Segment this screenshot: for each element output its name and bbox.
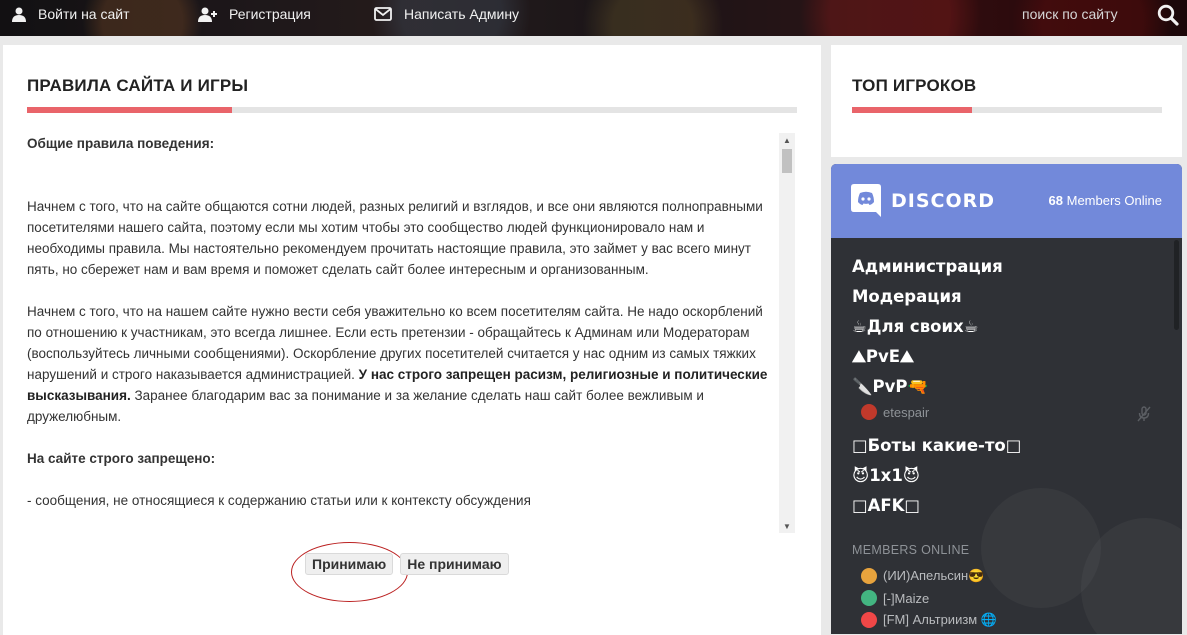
channel-bots[interactable]: □Боты какие-то□ — [852, 436, 1021, 455]
rules-buttons: Принимаю Не принимаю — [305, 553, 509, 575]
discord-widget: DISCORD 68 Members Online Администрация … — [831, 164, 1182, 634]
accept-button[interactable]: Принимаю — [305, 553, 394, 575]
write-admin-link[interactable]: Написать Админу — [374, 0, 519, 28]
channel-pvp[interactable]: 🔪PvP🔫 — [852, 377, 928, 397]
rules-heading-2: На сайте строго запрещено: — [27, 451, 216, 466]
discord-logo[interactable]: DISCORD — [851, 184, 995, 217]
rules-paragraph-1: Начнем с того, что на сайте общаются сот… — [27, 199, 763, 277]
muted-microphone-icon — [1137, 406, 1151, 422]
rules-panel: ПРАВИЛА САЙТА И ИГРЫ Общие правила повед… — [3, 45, 821, 635]
site-search — [1012, 0, 1187, 28]
channel-administration[interactable]: Администрация — [852, 257, 1003, 276]
decline-button[interactable]: Не принимаю — [400, 553, 509, 575]
scroll-down-icon[interactable]: ▼ — [779, 519, 795, 533]
discord-channels: Администрация Модерация ☕Для своих☕ ⛰PvE… — [831, 238, 1182, 634]
channel-member-name: etespair — [883, 404, 930, 420]
rules-heading: Общие правила поведения: — [27, 136, 215, 151]
rules-paragraph-3: - сообщения, не относящиеся к содержанию… — [27, 493, 531, 508]
members-online-heading: MEMBERS ONLINE — [852, 543, 970, 557]
avatar — [861, 612, 877, 628]
discord-brand: DISCORD — [891, 189, 996, 212]
write-admin-label: Написать Админу — [404, 6, 520, 22]
add-user-icon — [198, 7, 217, 22]
channel-pve[interactable]: ⛰PvE⛰ — [852, 347, 914, 367]
login-label: Войти на сайт — [38, 6, 130, 22]
members-online-number: 68 — [1048, 193, 1063, 208]
members-online-label: Members Online — [1066, 193, 1162, 208]
online-member-name: (ИИ)Апельсин😎 — [883, 568, 985, 583]
rules-scrollbar[interactable]: ▲ ▼ — [779, 133, 795, 533]
title-underline — [27, 107, 797, 113]
login-link[interactable]: Войти на сайт — [12, 0, 130, 28]
avatar — [861, 590, 877, 606]
avatar — [861, 568, 877, 584]
rules-paragraph-2: Начнем с того, что на нашем сайте нужно … — [27, 301, 775, 427]
envelope-icon — [374, 7, 392, 21]
discord-icon — [851, 184, 881, 217]
top-players-panel: ТОП ИГРОКОВ — [831, 45, 1182, 157]
page-title: ПРАВИЛА САЙТА И ИГРЫ — [27, 76, 249, 95]
discord-header: DISCORD 68 Members Online — [831, 164, 1182, 238]
rules-text: Общие правила поведения: Начнем с того, … — [27, 133, 775, 511]
channel-afk[interactable]: □AFK□ — [852, 496, 920, 515]
members-online-count: 68 Members Online — [1049, 193, 1162, 208]
rules-scroll-area[interactable]: Общие правила поведения: Начнем с того, … — [27, 133, 795, 533]
scrollbar-thumb[interactable] — [782, 149, 792, 173]
discord-scrollbar[interactable] — [1174, 240, 1179, 330]
top-players-title: ТОП ИГРОКОВ — [852, 76, 977, 95]
top-navigation-bar: Войти на сайт Регистрация Написать Админ… — [0, 0, 1187, 36]
channel-member[interactable]: etespair — [861, 404, 929, 420]
top-players-underline — [852, 107, 1162, 113]
user-icon — [12, 7, 26, 22]
channel-1x1[interactable]: 😈1x1😈 — [852, 466, 920, 485]
online-member[interactable]: [-]Maize — [861, 590, 929, 606]
channel-for-friends[interactable]: ☕Для своих☕ — [852, 317, 978, 336]
register-label: Регистрация — [229, 6, 311, 22]
scroll-up-icon[interactable]: ▲ — [779, 133, 795, 147]
online-member[interactable]: (ИИ)Апельсин😎 — [861, 568, 984, 584]
channel-moderation[interactable]: Модерация — [852, 287, 962, 306]
search-icon[interactable] — [1157, 4, 1179, 31]
avatar — [861, 404, 877, 420]
register-link[interactable]: Регистрация — [198, 0, 311, 28]
online-member-name: [-]Maize — [883, 590, 930, 606]
online-member[interactable]: [FM] Альтриизм 🌐 — [861, 612, 997, 628]
online-member-name: [FM] Альтриизм 🌐 — [883, 612, 998, 627]
search-input[interactable] — [1012, 6, 1152, 22]
